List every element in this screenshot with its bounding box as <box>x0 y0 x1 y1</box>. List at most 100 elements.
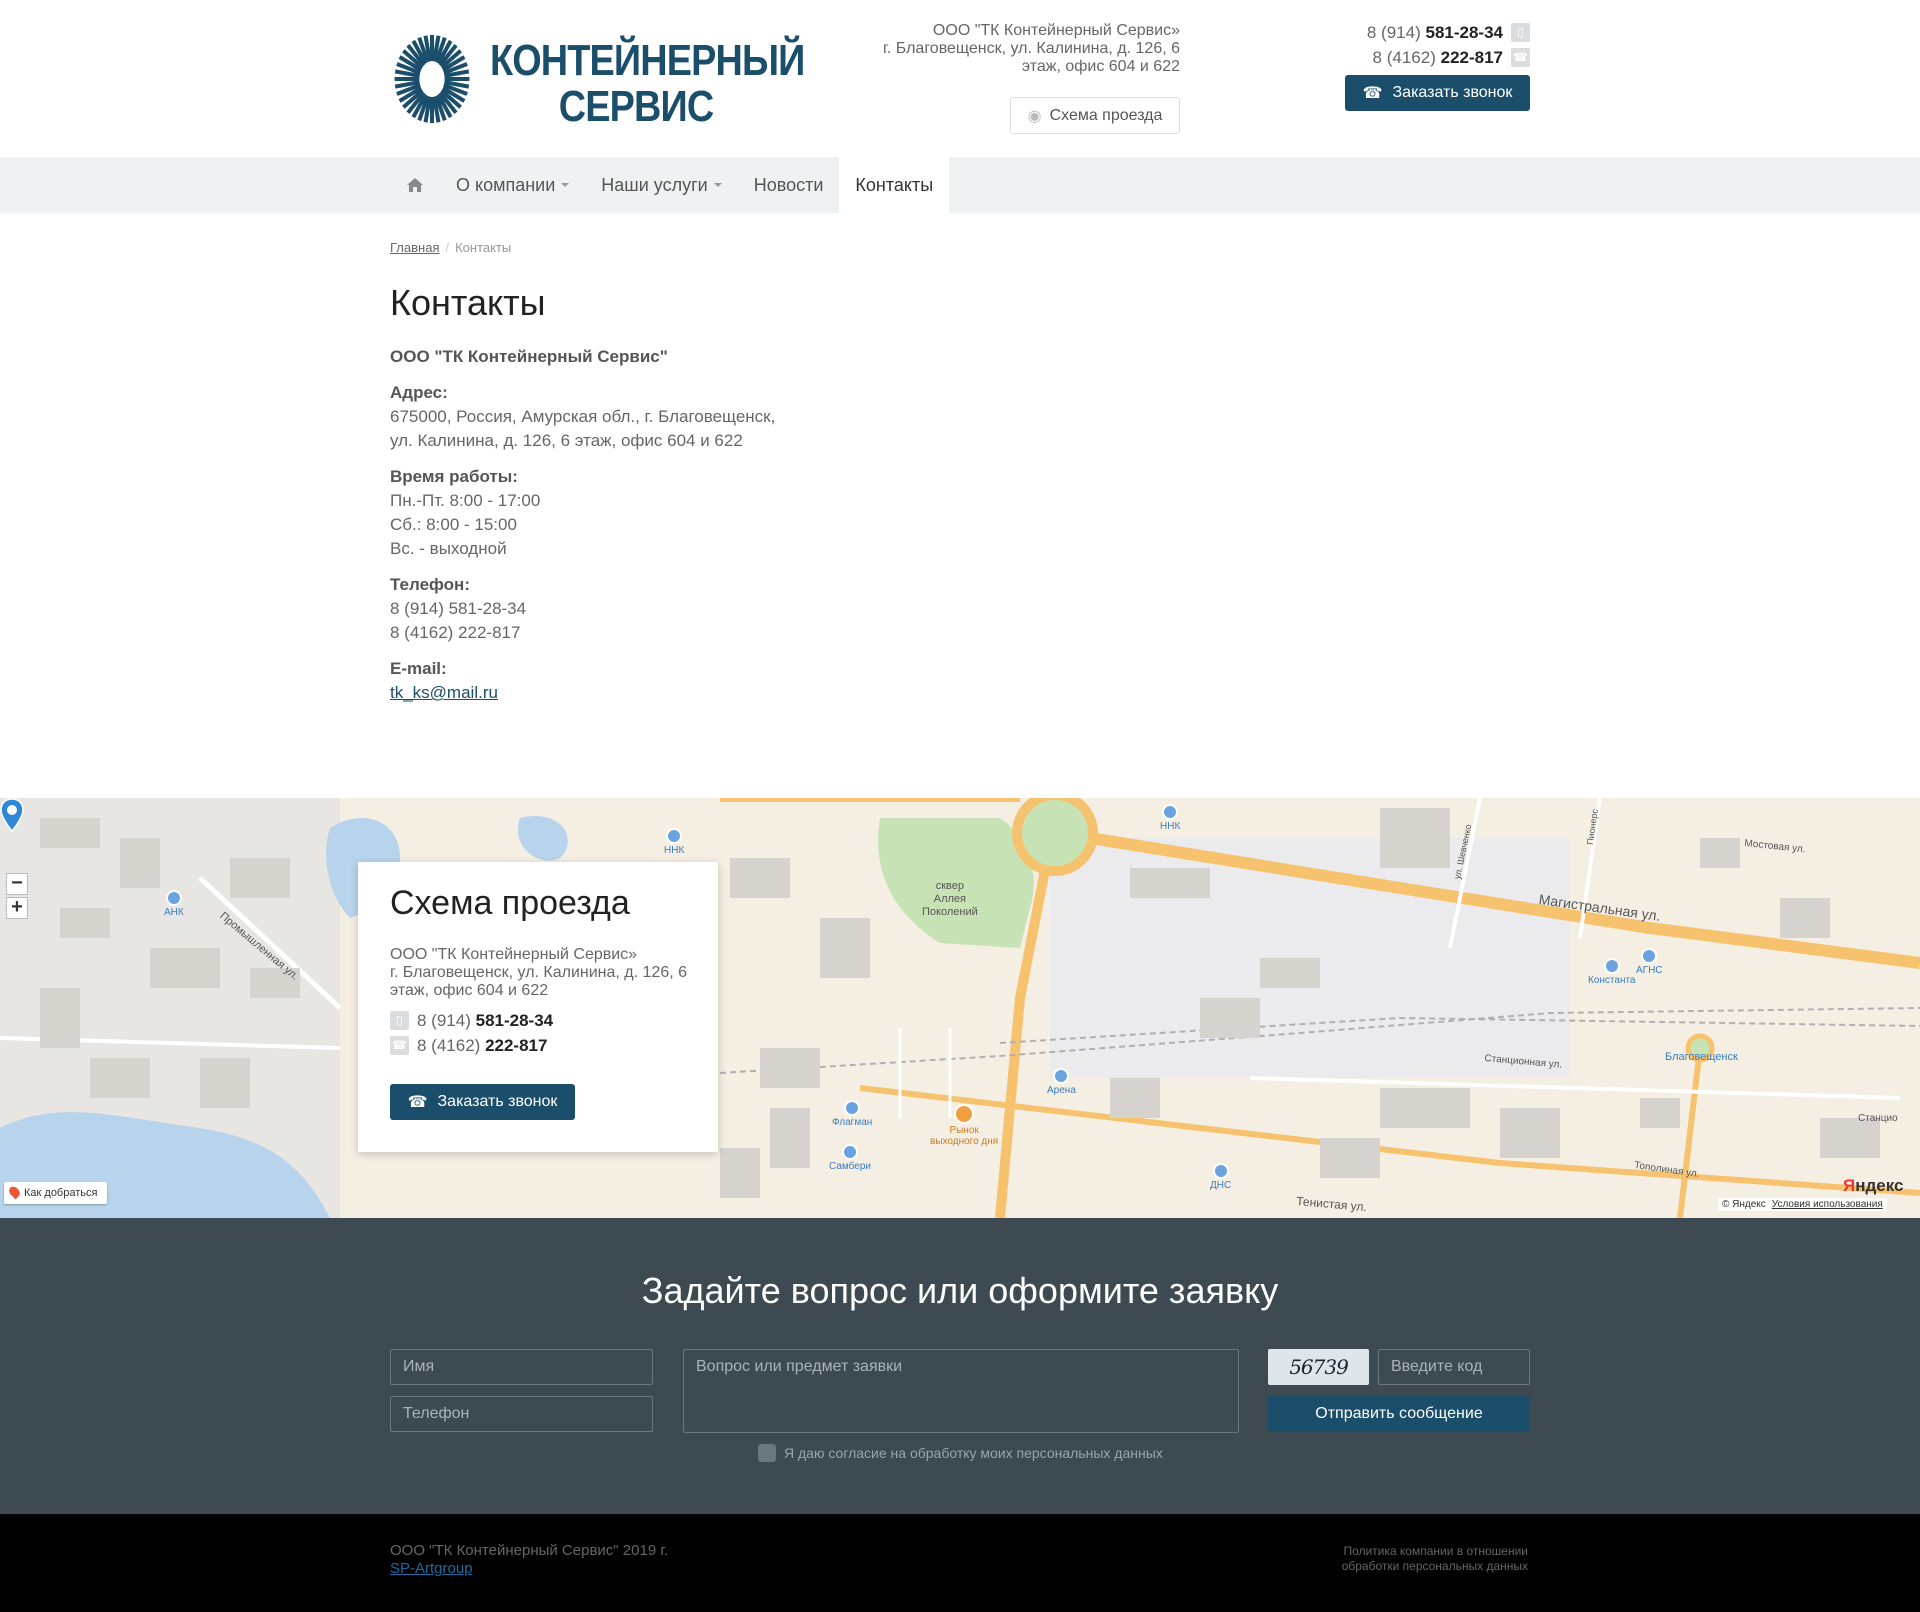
yandex-map[interactable]: − + Промышленная ул. Магистральная ул. М… <box>0 798 1920 1218</box>
nav-home[interactable] <box>390 157 440 213</box>
site-footer: ООО "ТК Контейнерный Сервис" 2019 г. SP-… <box>0 1514 1920 1612</box>
header-phone-landline[interactable]: 8 (4162) 222-817 ☎ <box>1280 45 1530 70</box>
location-marker-icon[interactable] <box>0 798 24 832</box>
map-poi-gas-station[interactable]: АГНС <box>1636 948 1663 976</box>
shop-icon <box>1053 1068 1070 1084</box>
map-zoom-controls: − + <box>6 873 28 921</box>
captcha-code-input[interactable]: Введите код <box>1378 1349 1530 1385</box>
phone-input[interactable]: Телефон <box>390 1396 653 1432</box>
site-logo[interactable]: КОНТЕЙНЕРНЫЙ СЕРВИС <box>390 28 805 130</box>
email-label: E-mail: <box>390 659 447 678</box>
copyright-text: © Яндекс <box>1722 1199 1766 1210</box>
poi-label: ДНС <box>1210 1180 1232 1191</box>
phone-number: 581-28-34 <box>1425 23 1503 42</box>
phone-prefix: 8 (4162) <box>417 1036 481 1055</box>
page-title: Контакты <box>390 282 546 323</box>
nav-item-label: О компании <box>456 174 556 195</box>
nav-item-contacts[interactable]: Контакты <box>839 157 950 213</box>
card-request-call-button[interactable]: ☎ Заказать звонок <box>390 1084 575 1120</box>
nav-item-services[interactable]: Наши услуги <box>585 157 737 213</box>
map-road <box>1677 1047 1703 1218</box>
footer-copyright: ООО "ТК Контейнерный Сервис" 2019 г. SP-… <box>390 1542 668 1578</box>
breadcrumb-home-link[interactable]: Главная <box>390 240 439 255</box>
card-phone-mobile[interactable]: ▯ 8 (914) 581-28-34 <box>390 1008 553 1033</box>
address-line: ул. Калинина, д. 126, 6 этаж, офис 604 и… <box>390 431 743 450</box>
map-building <box>60 908 110 938</box>
terms-link[interactable]: Условия использования <box>1772 1199 1883 1210</box>
phone-number: 222-817 <box>1440 48 1503 67</box>
hours-line: Сб.: 8:00 - 15:00 <box>390 515 517 534</box>
zoom-in-button[interactable]: + <box>6 897 28 919</box>
map-park-label: сквер Аллея Поколений <box>922 880 978 918</box>
map-building <box>1640 1098 1680 1128</box>
phone-block: Телефон: 8 (914) 581-28-34 8 (4162) 222-… <box>390 573 890 645</box>
request-call-button[interactable]: ☎ Заказать звонок <box>1345 75 1530 111</box>
map-building <box>1820 1118 1880 1158</box>
message-textarea[interactable]: Вопрос или предмет заявки <box>683 1349 1239 1433</box>
poi-label: Флагман <box>832 1117 873 1128</box>
shop-icon <box>844 1100 861 1116</box>
caret-down-icon <box>561 183 570 187</box>
route-link[interactable]: Как добраться <box>4 1182 108 1204</box>
map-link-button[interactable]: ◉ Схема проезда <box>1010 97 1180 134</box>
map-building <box>770 1108 810 1168</box>
map-building <box>730 858 790 898</box>
map-poi-shop[interactable]: Флагман <box>832 1100 872 1128</box>
footer-copyright-text: ООО "ТК Контейнерный Сервис" 2019 г. <box>390 1542 669 1559</box>
consent-checkbox-row[interactable]: Я даю согласие на обработку моих персона… <box>758 1444 1163 1462</box>
address-block: Адрес: 675000, Россия, Амурская обл., г.… <box>390 381 890 453</box>
poi-label: ННК <box>1160 821 1181 832</box>
map-station-label: Благовещенск <box>1665 1051 1738 1063</box>
yandex-logo-initial: Я <box>1843 1176 1856 1195</box>
feedback-form-section: Задайте вопрос или оформите заявку Имя Т… <box>0 1218 1920 1514</box>
map-pin-icon: ◉ <box>1027 107 1042 125</box>
map-poi-shop[interactable]: ДНС <box>1210 1163 1231 1191</box>
map-poi-shop[interactable]: Самбери <box>829 1144 871 1172</box>
directions-title: Схема проезда <box>390 884 630 922</box>
header-phones: 8 (914) 581-28-34 ▯ 8 (4162) 222-817 ☎ <box>1280 20 1530 70</box>
logo-emblem-icon <box>394 35 470 123</box>
name-input[interactable]: Имя <box>390 1349 653 1385</box>
map-building <box>760 1048 820 1088</box>
phone-prefix: 8 (4162) <box>1372 48 1436 67</box>
map-poi-gas-station[interactable]: Константа <box>1588 958 1636 986</box>
map-poi-gas-station[interactable]: АНК <box>164 890 184 918</box>
map-poi-shop[interactable]: Арена <box>1047 1068 1076 1096</box>
map-background <box>0 798 1920 1218</box>
map-building <box>1780 898 1830 938</box>
map-building <box>820 918 870 978</box>
nav-item-about[interactable]: О компании <box>440 157 585 213</box>
gas-station-icon <box>1603 958 1620 974</box>
shop-icon <box>841 1144 858 1160</box>
map-poi-gas-station[interactable]: ННК <box>664 828 684 856</box>
map-link-label: Схема проезда <box>1049 106 1163 124</box>
poi-label: АГНС <box>1636 965 1663 976</box>
zoom-out-button[interactable]: − <box>6 873 28 895</box>
email-link[interactable]: tk_ks@mail.ru <box>390 683 498 702</box>
gas-station-icon <box>1162 804 1179 820</box>
privacy-policy-link[interactable]: Политика компании в отношении обработки … <box>1280 1544 1528 1574</box>
developer-link[interactable]: SP-Artgroup <box>390 1560 473 1577</box>
header-address-line: г. Благовещенск, ул. Калинина, д. 126, 6 <box>882 40 1180 57</box>
caret-down-icon <box>713 183 722 187</box>
nav-item-label: Контакты <box>855 174 934 195</box>
directions-phones: ▯ 8 (914) 581-28-34 ☎ 8 (4162) 222-817 <box>390 1008 553 1058</box>
yandex-logo[interactable]: Яндекс <box>1843 1176 1903 1196</box>
map-poi-gas-station[interactable]: ННК <box>1160 804 1180 832</box>
contacts-info: ООО "ТК Контейнерный Сервис" Адрес: 6750… <box>390 345 890 717</box>
map-poi-market[interactable]: Рынок выходного дня <box>930 1104 998 1147</box>
main-navbar: О компании Наши услуги Новости Контакты <box>0 157 1920 213</box>
header-phone-mobile[interactable]: 8 (914) 581-28-34 ▯ <box>1280 20 1530 45</box>
gas-station-icon <box>1641 948 1658 964</box>
card-phone-landline[interactable]: ☎ 8 (4162) 222-817 <box>390 1033 553 1058</box>
hours-label: Время работы: <box>390 467 518 486</box>
send-message-button[interactable]: Отправить сообщение <box>1268 1396 1530 1432</box>
form-title: Задайте вопрос или оформите заявку <box>641 1270 1279 1311</box>
request-call-label: Заказать звонок <box>437 1093 558 1110</box>
nav-item-news[interactable]: Новости <box>738 157 840 213</box>
consent-checkbox[interactable] <box>758 1444 776 1462</box>
map-building <box>1200 998 1260 1038</box>
map-water <box>518 816 568 861</box>
phone-line: 8 (914) 581-28-34 <box>390 599 527 618</box>
phone-icon: ☎ <box>1362 85 1383 102</box>
